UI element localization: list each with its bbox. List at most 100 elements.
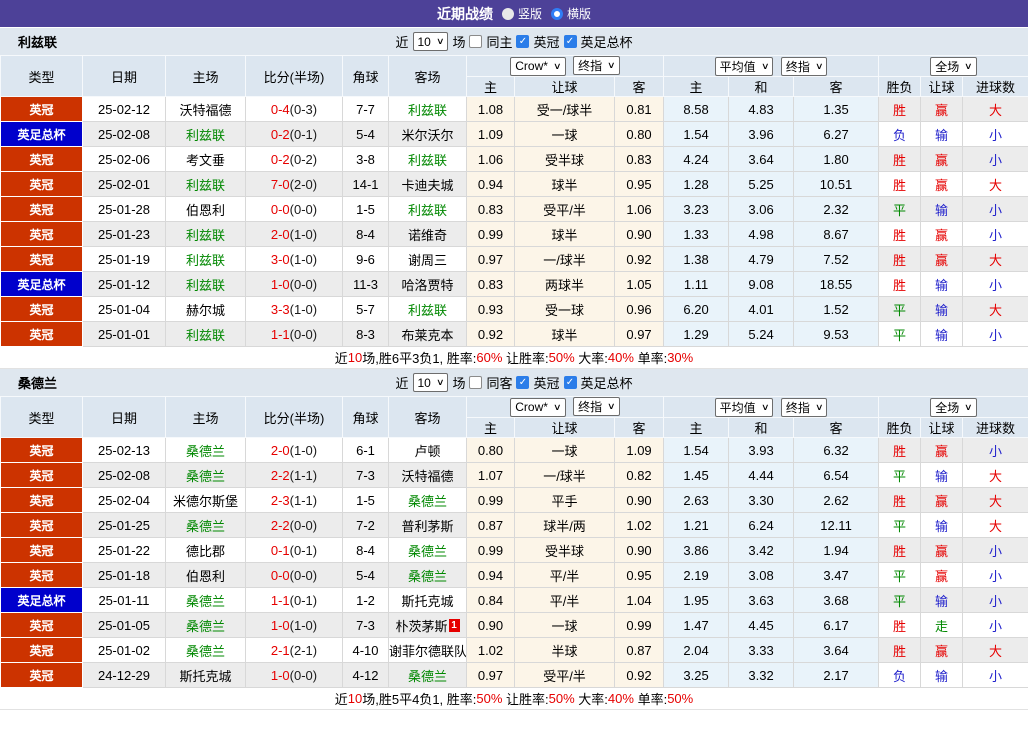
match-score[interactable]: 0-1(0-1) <box>245 537 343 563</box>
avg-away-odds: 12.11 <box>793 512 880 538</box>
away-team[interactable]: 诺维奇 <box>388 221 467 247</box>
corner-count: 7-7 <box>342 96 389 122</box>
handicap-line: 一球 <box>514 437 615 463</box>
away-team[interactable]: 哈洛贾特 <box>388 271 467 297</box>
home-team[interactable]: 德比郡 <box>165 537 246 563</box>
match-score[interactable]: 1-0(1-0) <box>245 612 343 638</box>
match-score[interactable]: 2-2(0-0) <box>245 512 343 538</box>
home-team[interactable]: 伯恩利 <box>165 196 246 222</box>
home-team[interactable]: 桑德兰 <box>165 462 246 488</box>
away-team[interactable]: 桑德兰 <box>388 662 467 688</box>
away-team[interactable]: 布莱克本 <box>388 321 467 347</box>
final-index-select[interactable]: 终指 ∨ <box>573 397 620 417</box>
average-select[interactable]: 平均值 ∨ <box>714 56 774 76</box>
cup-checkbox[interactable]: ✓ <box>563 376 577 389</box>
home-team[interactable]: 利兹联 <box>165 171 246 197</box>
competition-badge: 英冠 <box>0 662 83 688</box>
home-team[interactable]: 利兹联 <box>165 121 246 147</box>
away-team[interactable]: 桑德兰 <box>388 537 467 563</box>
match-score[interactable]: 0-4(0-3) <box>245 96 343 122</box>
away-team[interactable]: 米尔沃尔 <box>388 121 467 147</box>
home-team[interactable]: 利兹联 <box>165 271 246 297</box>
match-score[interactable]: 2-0(1-0) <box>245 221 343 247</box>
away-team[interactable]: 利兹联 <box>388 196 467 222</box>
cup-checkbox[interactable]: ✓ <box>563 35 577 48</box>
col-date: 日期 <box>82 396 166 438</box>
handicap-home-odds: 0.99 <box>466 537 515 563</box>
home-team[interactable]: 考文垂 <box>165 146 246 172</box>
bookmaker-select[interactable]: Crow* ∨ <box>510 397 566 417</box>
match-date: 25-01-18 <box>82 562 166 588</box>
home-team[interactable]: 斯托克城 <box>165 662 246 688</box>
vertical-layout-radio[interactable]: 竖版 <box>501 5 542 22</box>
away-team[interactable]: 卢顿 <box>388 437 467 463</box>
away-team[interactable]: 利兹联 <box>388 296 467 322</box>
away-team[interactable]: 利兹联 <box>388 146 467 172</box>
bookmaker-select[interactable]: Crow* ∨ <box>510 56 566 76</box>
scope-select[interactable]: 全场 ∨ <box>930 397 977 417</box>
summary-stat-label: 单率: <box>633 692 668 707</box>
home-team[interactable]: 桑德兰 <box>165 612 246 638</box>
away-team[interactable]: 斯托克城 <box>388 587 467 613</box>
match-score[interactable]: 0-0(0-0) <box>245 562 343 588</box>
away-team[interactable]: 谢周三 <box>388 246 467 272</box>
away-team[interactable]: 桑德兰 <box>388 562 467 588</box>
match-score[interactable]: 0-0(0-0) <box>245 196 343 222</box>
match-score[interactable]: 2-2(1-1) <box>245 462 343 488</box>
result-handicap: 输 <box>920 121 964 147</box>
home-team[interactable]: 桑德兰 <box>165 637 246 663</box>
avg-draw-odds: 3.06 <box>728 196 795 222</box>
away-team[interactable]: 桑德兰 <box>388 487 467 513</box>
horizontal-layout-radio[interactable]: 横版 <box>551 5 591 22</box>
same-venue-checkbox[interactable] <box>469 35 483 48</box>
match-score[interactable]: 0-2(0-2) <box>245 146 343 172</box>
match-score[interactable]: 1-1(0-1) <box>245 587 343 613</box>
result-handicap: 赢 <box>920 487 964 513</box>
home-team[interactable]: 桑德兰 <box>165 512 246 538</box>
scope-select[interactable]: 全场 ∨ <box>930 56 977 76</box>
match-score[interactable]: 7-0(2-0) <box>245 171 343 197</box>
league-checkbox[interactable]: ✓ <box>516 35 530 48</box>
title-bar: 近期战绩 竖版 横版 <box>0 0 1028 28</box>
match-score[interactable]: 2-0(1-0) <box>245 437 343 463</box>
handicap-line: 平手 <box>514 487 615 513</box>
average-group-header: 平均值 ∨ 终指 ∨ <box>663 55 880 77</box>
away-team[interactable]: 卡迪夫城 <box>388 171 467 197</box>
league-checkbox[interactable]: ✓ <box>516 376 530 389</box>
match-score[interactable]: 2-3(1-1) <box>245 487 343 513</box>
same-venue-checkbox[interactable] <box>469 376 483 389</box>
away-team[interactable]: 朴茨茅斯 1 <box>388 612 467 638</box>
home-team[interactable]: 利兹联 <box>165 221 246 247</box>
filter-bar: 近 10 ∨ 场 同客 ✓ 英冠 ✓ 英足总杯 <box>395 373 633 392</box>
away-team[interactable]: 普利茅斯 <box>388 512 467 538</box>
home-team[interactable]: 利兹联 <box>165 321 246 347</box>
home-team[interactable]: 沃特福德 <box>165 96 246 122</box>
match-score[interactable]: 0-2(0-1) <box>245 121 343 147</box>
match-score[interactable]: 2-1(2-1) <box>245 637 343 663</box>
match-score[interactable]: 3-3(1-0) <box>245 296 343 322</box>
average-select[interactable]: 平均值 ∨ <box>714 397 774 417</box>
match-count-select[interactable]: 10 ∨ <box>412 373 449 392</box>
home-team[interactable]: 米德尔斯堡 <box>165 487 246 513</box>
home-team[interactable]: 桑德兰 <box>165 437 246 463</box>
home-team[interactable]: 赫尔城 <box>165 296 246 322</box>
match-score[interactable]: 1-0(0-0) <box>245 662 343 688</box>
final-index-select-2[interactable]: 终指 ∨ <box>780 397 828 417</box>
match-row: 英冠 24-12-29 斯托克城 1-0(0-0) 4-12 桑德兰 0.97 受平/半 0.9… <box>0 662 1028 688</box>
away-team[interactable]: 利兹联 <box>388 96 467 122</box>
away-team[interactable]: 沃特福德 <box>388 462 467 488</box>
handicap-away-odds: 0.99 <box>613 612 665 638</box>
match-score[interactable]: 1-1(0-0) <box>245 321 343 347</box>
away-team[interactable]: 谢菲尔德联队 <box>388 637 467 663</box>
home-team[interactable]: 桑德兰 <box>165 587 246 613</box>
match-score[interactable]: 3-0(1-0) <box>245 246 343 272</box>
match-count-select[interactable]: 10 ∨ <box>412 32 449 51</box>
final-index-select[interactable]: 终指 ∨ <box>573 56 620 76</box>
cup-label: 英足总杯 <box>580 35 633 50</box>
result-goals: 小 <box>962 537 1028 563</box>
final-index-select-2[interactable]: 终指 ∨ <box>780 56 828 76</box>
match-score[interactable]: 1-0(0-0) <box>245 271 343 297</box>
result-winloss: 平 <box>878 321 922 347</box>
home-team[interactable]: 利兹联 <box>165 246 246 272</box>
home-team[interactable]: 伯恩利 <box>165 562 246 588</box>
